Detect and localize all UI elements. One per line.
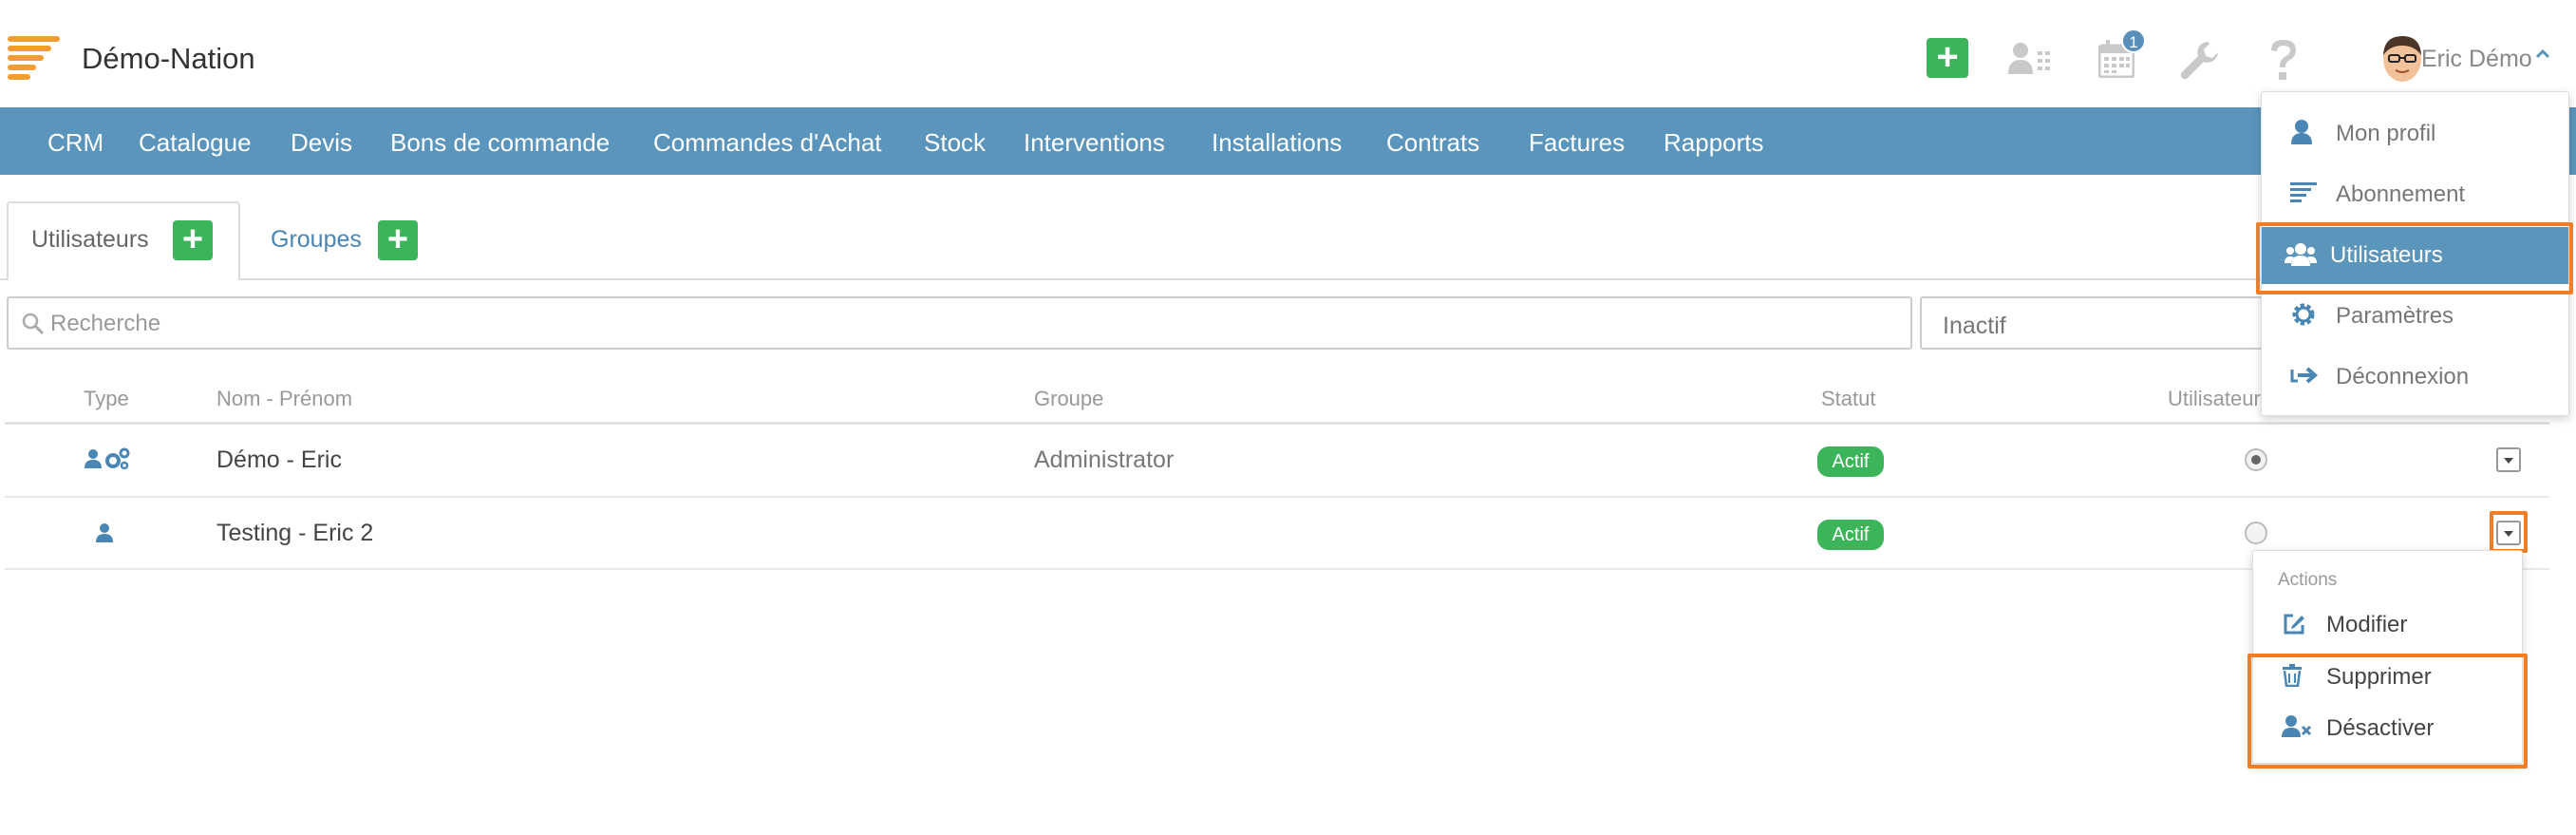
nav-item-devis[interactable]: Devis — [291, 128, 352, 158]
status-badge: Actif — [1817, 520, 1884, 550]
user-icon — [2291, 120, 2312, 144]
column-header-status[interactable]: Statut — [1821, 387, 1875, 411]
gear-icon — [2292, 303, 2315, 326]
quick-add-button[interactable]: + — [1927, 38, 1968, 78]
status-filter-select[interactable]: Inactif — [1920, 296, 2281, 350]
action-edit[interactable]: Modifier — [2253, 600, 2522, 648]
top-header: Démo-Nation + 1 Eric Démo — [0, 0, 2576, 107]
nav-item-catalogue[interactable]: Catalogue — [139, 128, 252, 158]
tabs-divider — [0, 278, 2554, 280]
logout-icon — [2290, 367, 2319, 384]
add-group-button[interactable]: + — [378, 220, 418, 260]
nav-item-commandes-achat[interactable]: Commandes d'Achat — [653, 128, 882, 158]
highlight-users-item — [2256, 222, 2573, 294]
user-menu-item-logout[interactable]: Déconnexion — [2262, 349, 2568, 406]
default-user-radio[interactable] — [2245, 522, 2267, 544]
column-header-type[interactable]: Type — [84, 387, 129, 411]
search-box[interactable] — [7, 296, 1912, 350]
highlight-delete-deactivate — [2247, 654, 2528, 769]
user-name-cell[interactable]: Démo - Eric — [216, 446, 342, 474]
search-icon — [22, 313, 45, 335]
contacts-icon[interactable] — [2008, 42, 2052, 76]
add-user-button[interactable]: + — [173, 220, 213, 260]
subscription-icon — [2290, 182, 2317, 202]
nav-item-rapports[interactable]: Rapports — [1664, 128, 1764, 158]
row-actions-toggle[interactable] — [2496, 447, 2521, 472]
nav-item-stock[interactable]: Stock — [924, 128, 986, 158]
column-header-group[interactable]: Groupe — [1034, 387, 1103, 411]
nav-item-interventions[interactable]: Interventions — [1024, 128, 1165, 158]
user-name-cell[interactable]: Testing - Eric 2 — [216, 520, 373, 547]
nav-item-contrats[interactable]: Contrats — [1386, 128, 1479, 158]
nav-item-bons-de-commande[interactable]: Bons de commande — [390, 128, 610, 158]
tab-groupes[interactable]: Groupes — [271, 226, 362, 254]
user-avatar[interactable] — [2380, 34, 2424, 84]
actions-menu-header: Actions — [2278, 570, 2338, 590]
nav-item-installations[interactable]: Installations — [1212, 128, 1342, 158]
app-title: Démo-Nation — [82, 42, 255, 75]
status-badge: Actif — [1817, 446, 1884, 477]
user-menu-item-profile[interactable]: Mon profil — [2262, 105, 2568, 162]
notification-badge: 1 — [2121, 28, 2146, 53]
admin-gears-icon — [105, 447, 130, 470]
user-icon — [85, 449, 102, 468]
user-menu-item-settings[interactable]: Paramètres — [2262, 288, 2568, 345]
user-name[interactable]: Eric Démo — [2421, 46, 2532, 73]
column-header-user[interactable]: Utilisateur — [2168, 387, 2261, 411]
help-icon[interactable] — [2267, 38, 2300, 82]
nav-item-crm[interactable]: CRM — [47, 128, 103, 158]
row-divider — [5, 496, 2549, 498]
app-logo[interactable] — [8, 36, 60, 82]
wrench-icon[interactable] — [2179, 40, 2221, 82]
tab-utilisateurs-label[interactable]: Utilisateurs — [31, 226, 149, 254]
nav-item-factures[interactable]: Factures — [1529, 128, 1625, 158]
table-header-divider — [5, 422, 2549, 425]
user-group-cell: Administrator — [1034, 446, 1175, 473]
edit-icon — [2284, 614, 2304, 635]
user-icon — [96, 523, 113, 542]
default-user-radio[interactable] — [2245, 448, 2267, 471]
search-input[interactable] — [50, 310, 1854, 338]
chevron-up-icon[interactable] — [2535, 47, 2550, 59]
status-filter-value: Inactif — [1943, 313, 2006, 339]
user-menu-item-subscription[interactable]: Abonnement — [2262, 166, 2568, 223]
row-divider — [5, 568, 2549, 570]
highlight-actions-toggle — [2490, 511, 2528, 553]
column-header-name[interactable]: Nom - Prénom — [216, 387, 352, 411]
